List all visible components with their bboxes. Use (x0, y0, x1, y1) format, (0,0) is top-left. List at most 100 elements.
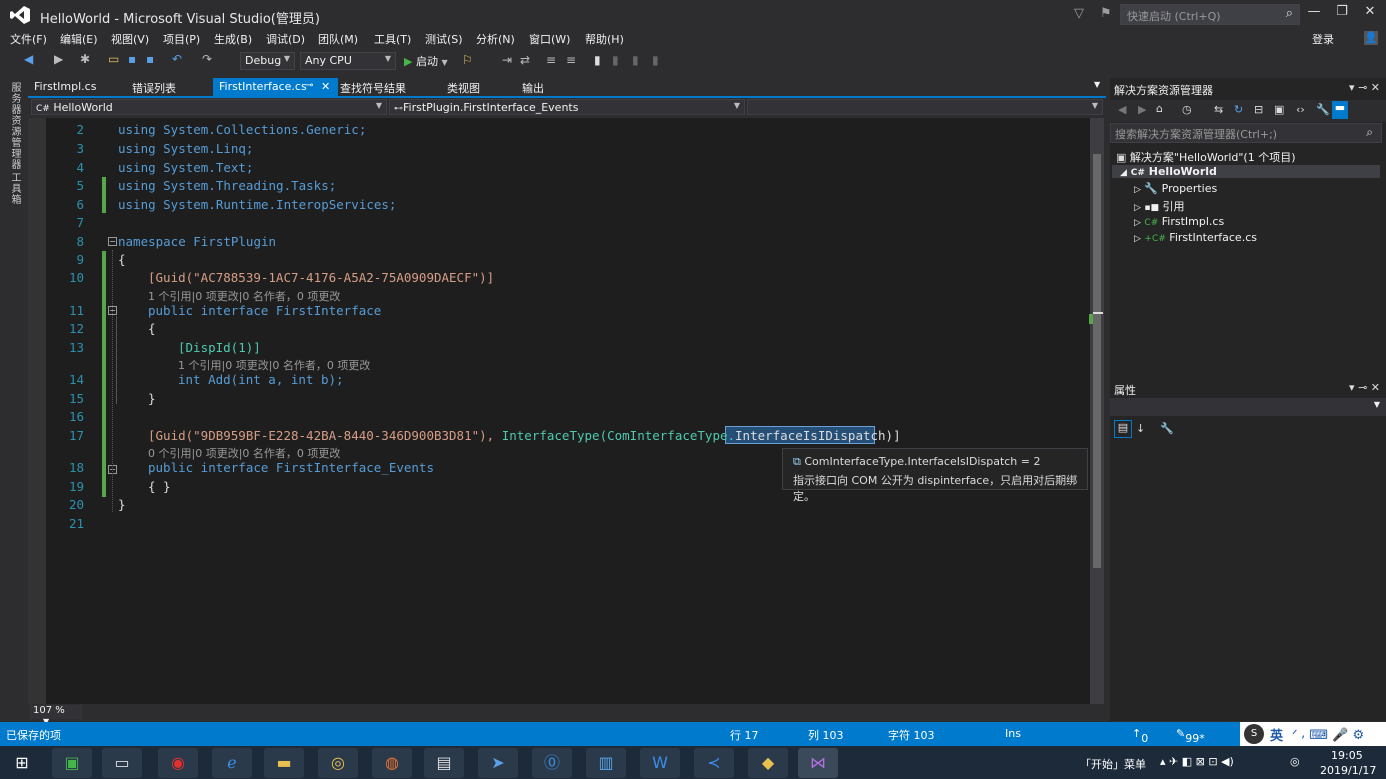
close-tab-icon[interactable]: ✕ (321, 80, 330, 93)
collapse-arrow-icon[interactable]: ▷ (1134, 218, 1141, 228)
expand-icon[interactable]: ◢ (1120, 168, 1127, 178)
menu-project[interactable]: 项目(P) (163, 31, 200, 47)
git-app-icon[interactable]: ◆ (748, 748, 788, 778)
menu-help[interactable]: 帮助(H) (585, 31, 624, 47)
firefox-browser-icon[interactable]: ◍ (372, 748, 412, 778)
menu-tools[interactable]: 工具(T) (374, 31, 411, 47)
restore-button[interactable]: ❐ (1330, 4, 1354, 24)
collapse-arrow-icon[interactable]: ▷ (1134, 185, 1141, 195)
codelens[interactable]: 1 个引用|0 项更改|0 名作者，0 项更改 (148, 288, 340, 304)
tree-item-firstimpl[interactable]: ▷ C# FirstImpl.cs (1134, 215, 1224, 228)
filter-icon[interactable]: ▽ (1074, 6, 1084, 21)
step-into-icon[interactable]: ⇥ (502, 53, 512, 67)
scrollbar-thumb[interactable] (1093, 154, 1101, 568)
categorized-icon[interactable]: ▤ (1114, 420, 1132, 438)
terminal-app-icon[interactable]: ▭ (102, 748, 142, 778)
code-line[interactable]: } (148, 391, 156, 406)
pin-icon[interactable]: ⊸ (305, 80, 313, 91)
comment-icon[interactable]: ≡ (546, 53, 556, 67)
menu-analyze[interactable]: 分析(N) (476, 31, 515, 47)
solution-search-input[interactable]: 搜索解决方案资源管理器(Ctrl+;) ⌕ (1110, 123, 1382, 143)
start-button[interactable]: ▶ 启动 ▼ (404, 53, 448, 69)
code-line[interactable]: int Add(int a, int b); (178, 372, 344, 387)
chrome-browser-icon[interactable]: ◎ (318, 748, 358, 778)
menu-file[interactable]: 文件(F) (10, 31, 47, 47)
lb-app-icon[interactable]: ▥ (586, 748, 626, 778)
visual-studio-app-icon[interactable]: ⋈ (798, 748, 838, 778)
windows-start-icon[interactable]: ⊞ (2, 748, 42, 778)
codelens[interactable]: 1 个引用|0 项更改|0 名作者，0 项更改 (178, 357, 370, 373)
tab-firstinterface[interactable]: FirstInterface.cs ⊸ ✕ (213, 78, 338, 96)
search-icon[interactable]: ⌕ (1286, 6, 1293, 21)
forward-icon[interactable]: ▶ (1138, 103, 1146, 116)
bookmark-icon[interactable]: ▮ (594, 53, 601, 67)
properties-object-select[interactable]: ▼ (1110, 398, 1386, 416)
uipath-app-icon[interactable]: ⓪ (532, 748, 572, 778)
close-button[interactable]: ✕ (1358, 4, 1382, 24)
redo-icon[interactable]: ↷ (202, 52, 212, 66)
codelens[interactable]: 0 个引用|0 项更改|0 名作者，0 项更改 (148, 445, 340, 461)
account-icon[interactable]: 👤 (1364, 31, 1378, 45)
feedback-icon[interactable]: ⚑ (1100, 6, 1112, 21)
prev-bookmark-icon[interactable]: ▮ (612, 53, 619, 67)
tree-item-properties[interactable]: ▷ 🔧 Properties (1134, 182, 1217, 195)
new-project-icon[interactable]: ✱ (80, 52, 90, 66)
preview-icon[interactable]: ▬ (1332, 101, 1348, 119)
code-line[interactable]: } (118, 497, 126, 512)
code-line-17[interactable]: [Guid("9DB959BF-E228-42BA-8440-346D900B3… (148, 428, 901, 443)
collapse-arrow-icon[interactable]: ▷ (1134, 203, 1141, 213)
quick-launch-input[interactable]: 快速启动 (Ctrl+Q) ⌕ (1120, 4, 1300, 25)
next-bookmark-icon[interactable]: ▮ (632, 53, 639, 67)
refresh-icon[interactable]: ↻ (1234, 103, 1243, 116)
alphabetical-icon[interactable]: ↓ (1136, 422, 1145, 435)
ime-tools-icon[interactable]: ᐟ ⸴ ⌨ 🎤 ⚙ (1292, 725, 1364, 743)
music-app-icon[interactable]: ◉ (158, 748, 198, 778)
code-line[interactable]: using System.Threading.Tasks; (118, 178, 336, 193)
menu-debug[interactable]: 调试(D) (266, 31, 305, 47)
clock-time[interactable]: 19:05 (1331, 749, 1363, 762)
code-line[interactable]: namespace FirstPlugin (118, 234, 276, 249)
status-publish[interactable]: ↑ 0 (1132, 727, 1148, 745)
tab-firstimpl[interactable]: FirstImpl.cs (28, 78, 102, 96)
server-explorer-tab[interactable]: 服务器资源管理器 (7, 82, 22, 170)
code-line[interactable]: using System.Runtime.InteropServices; (118, 197, 396, 212)
step-over-icon[interactable]: ⇄ (520, 53, 530, 67)
store-app-icon[interactable]: ▣ (52, 748, 92, 778)
notification-icon[interactable]: ◎ (1290, 755, 1300, 768)
uncomment-icon[interactable]: ≡ (566, 53, 576, 67)
ime-mode[interactable]: 英 (1270, 725, 1283, 744)
status-pending[interactable]: ✎ 99* (1176, 727, 1205, 745)
tree-item-firstinterface[interactable]: ▷ +C# FirstInterface.cs (1134, 231, 1257, 244)
ime-toolbar[interactable]: S 英 ᐟ ⸴ ⌨ 🎤 ⚙ (1240, 722, 1386, 746)
open-icon[interactable]: ▭ (108, 52, 119, 66)
tree-project[interactable]: ◢ C# HelloWorld (1112, 165, 1380, 178)
ie-browser-icon[interactable]: ℯ (212, 748, 252, 778)
search-icon[interactable]: ⌕ (1366, 125, 1373, 140)
save-icon[interactable]: ▪ (128, 52, 136, 66)
minimize-button[interactable]: — (1302, 4, 1326, 24)
tray-icons[interactable]: ▴ ✈ ◧ ⊠ ⊡ ◀) (1160, 755, 1234, 768)
toolbox-tab[interactable]: 工具箱 (7, 172, 22, 205)
code-line[interactable]: using System.Text; (118, 160, 253, 175)
property-pages-icon[interactable]: 🔧 (1160, 422, 1174, 435)
back-icon[interactable]: ◀ (1118, 103, 1126, 116)
clock-date[interactable]: 2019/1/17 (1320, 764, 1376, 777)
menu-window[interactable]: 窗口(W) (529, 31, 570, 47)
code-line[interactable]: { (118, 252, 126, 267)
zoom-select[interactable]: 107 % ▼ (30, 705, 82, 726)
code-line[interactable]: public interface FirstInterface (148, 303, 381, 318)
history-icon[interactable]: ◷ (1182, 103, 1192, 116)
undo-icon[interactable]: ↶ (172, 52, 182, 66)
home-icon[interactable]: ⌂ (1156, 102, 1163, 115)
collapse-arrow-icon[interactable]: ▷ (1134, 234, 1141, 244)
code-line[interactable]: { } (148, 479, 171, 494)
show-all-icon[interactable]: ▣ (1274, 103, 1284, 116)
save-all-icon[interactable]: ▪ (146, 52, 154, 66)
code-line[interactable]: using System.Linq; (118, 141, 253, 156)
login-link[interactable]: 登录 (1312, 31, 1334, 47)
file-explorer-icon[interactable]: ▬ (264, 748, 304, 778)
tab-error-list[interactable]: 错误列表 (126, 78, 182, 96)
messenger-app-icon[interactable]: ➤ (478, 748, 518, 778)
editor-vertical-scrollbar[interactable] (1089, 118, 1104, 704)
tree-item-references[interactable]: ▷ ▪■ 引用 (1134, 198, 1185, 214)
